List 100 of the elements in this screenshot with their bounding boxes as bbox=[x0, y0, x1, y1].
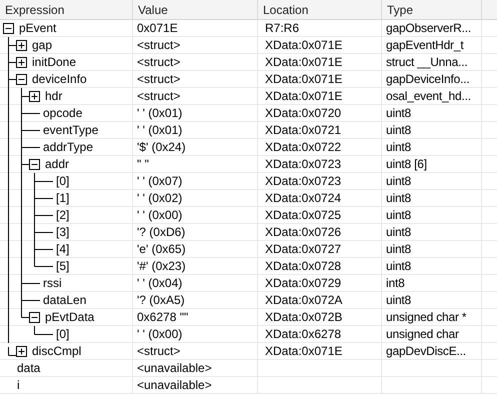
location-text: XData:0x0729 bbox=[265, 275, 342, 292]
tree-line-drawing bbox=[8, 122, 40, 138]
expression-text: initDone bbox=[32, 54, 76, 71]
minus-box-icon[interactable] bbox=[3, 22, 14, 34]
expression-text: dataLen bbox=[43, 292, 86, 309]
type-text: gapDevDiscE... bbox=[386, 343, 466, 360]
value-text: '#' (0x23) bbox=[137, 258, 186, 275]
value-text: ' ' (0x04) bbox=[137, 275, 182, 292]
type-text: uint8 bbox=[386, 224, 412, 241]
location-text: XData:0x0728 bbox=[265, 258, 342, 275]
minus-box-icon[interactable] bbox=[29, 312, 40, 322]
type-text: uint8 bbox=[386, 292, 412, 309]
value-text: ' ' (0x01) bbox=[137, 122, 182, 139]
value-text: ' ' (0x02) bbox=[137, 190, 182, 207]
value-text: '? (0xD6) bbox=[137, 224, 186, 241]
expression-text: opcode bbox=[43, 105, 82, 122]
value-text: 0x6278 "" bbox=[137, 309, 188, 326]
value-text: '$' (0x24) bbox=[137, 139, 186, 156]
value-text: <unavailable> bbox=[137, 360, 212, 377]
value-text: <unavailable> bbox=[137, 377, 212, 394]
plus-box-icon[interactable] bbox=[29, 90, 40, 102]
type-text: uint8 bbox=[386, 207, 412, 224]
type-text: uint8 bbox=[386, 190, 412, 207]
expression-text: data bbox=[17, 360, 40, 377]
expression-text: pEvtData bbox=[45, 309, 94, 326]
value-text: '? (0xA5) bbox=[137, 292, 185, 309]
plus-box-icon[interactable] bbox=[16, 346, 27, 356]
value-text: ' ' (0x07) bbox=[137, 173, 182, 190]
expression-text: gap bbox=[32, 37, 52, 54]
type-text: gapDeviceInfo... bbox=[386, 71, 470, 88]
location-text: XData:0x071E bbox=[265, 71, 342, 88]
type-text: uint8 bbox=[386, 122, 412, 139]
expression-text: addrType bbox=[43, 139, 94, 156]
value-text: <struct> bbox=[137, 37, 180, 54]
expression-text: [1] bbox=[56, 190, 70, 207]
column-header[interactable]: Type bbox=[382, 0, 482, 19]
expression-text: pEvent bbox=[19, 20, 56, 37]
expression-text: discCmpl bbox=[32, 343, 82, 360]
expression-text: [0] bbox=[56, 326, 70, 343]
tree-line-drawing bbox=[8, 224, 53, 240]
location-text: XData:0x6278 bbox=[265, 326, 342, 343]
tree-line-drawing bbox=[8, 190, 53, 206]
expression-text: [3] bbox=[56, 224, 70, 241]
value-text: <struct> bbox=[137, 54, 180, 71]
location-text: XData:0x071E bbox=[265, 54, 342, 71]
location-text: XData:0x0723 bbox=[265, 173, 342, 190]
expression-text: addr bbox=[45, 156, 70, 173]
type-text: uint8 bbox=[386, 258, 412, 275]
column-header[interactable]: Value bbox=[133, 0, 258, 19]
type-text: struct __Unna... bbox=[386, 54, 468, 71]
expression-text: hdr bbox=[45, 88, 62, 105]
value-text: " " bbox=[137, 156, 149, 173]
type-text: unsigned char bbox=[386, 326, 459, 343]
expression-text: [5] bbox=[56, 258, 70, 275]
expression-text: rssi bbox=[43, 275, 62, 292]
type-text: int8 bbox=[386, 275, 405, 292]
type-text: uint8 bbox=[386, 241, 412, 258]
location-text: XData:0x0723 bbox=[265, 156, 342, 173]
tree-line-drawing bbox=[8, 346, 16, 356]
plus-box-icon[interactable] bbox=[16, 40, 27, 50]
expression-text: deviceInfo bbox=[32, 71, 87, 88]
location-text: XData:0x0721 bbox=[265, 122, 342, 139]
plus-box-icon[interactable] bbox=[16, 56, 27, 68]
type-text: uint8 bbox=[386, 173, 412, 190]
location-text: XData:0x072B bbox=[265, 309, 342, 326]
tree-line-drawing bbox=[8, 258, 53, 274]
location-text: XData:0x0725 bbox=[265, 207, 342, 224]
column-header[interactable]: Location bbox=[258, 0, 382, 19]
location-text: XData:0x071E bbox=[265, 343, 342, 360]
location-text: XData:0x0720 bbox=[265, 105, 342, 122]
type-text: uint8 bbox=[386, 139, 412, 156]
tree-line-drawing bbox=[8, 206, 53, 224]
column-header[interactable]: Expression bbox=[0, 0, 133, 19]
value-text: <struct> bbox=[137, 343, 180, 360]
value-text: <struct> bbox=[137, 71, 180, 88]
type-text: uint8 bbox=[386, 105, 412, 122]
location-text: XData:0x072A bbox=[265, 292, 342, 309]
expression-text: [2] bbox=[56, 207, 70, 224]
location-text: XData:0x0722 bbox=[265, 139, 342, 156]
value-text: ' ' (0x00) bbox=[137, 207, 182, 224]
value-text: ' ' (0x00) bbox=[137, 326, 182, 343]
expression-text: eventType bbox=[43, 122, 98, 139]
expression-text: i bbox=[17, 377, 20, 394]
expression-text: [4] bbox=[56, 241, 70, 258]
value-text: ' ' (0x01) bbox=[137, 105, 182, 122]
location-text: XData:0x071E bbox=[265, 37, 342, 54]
tree-line-drawing bbox=[8, 240, 53, 258]
tree-line-drawing bbox=[8, 274, 40, 292]
location-text: XData:0x0726 bbox=[265, 224, 342, 241]
value-text: 'e' (0x65) bbox=[137, 241, 186, 258]
value-text: <struct> bbox=[137, 88, 180, 105]
type-text: gapEventHdr_t bbox=[386, 37, 464, 54]
location-text: R7:R6 bbox=[265, 20, 300, 37]
expression-text: [0] bbox=[56, 173, 70, 190]
location-text: XData:0x071E bbox=[265, 88, 342, 105]
minus-box-icon[interactable] bbox=[29, 158, 40, 170]
minus-box-icon[interactable] bbox=[16, 74, 27, 84]
type-text: unsigned char * bbox=[386, 309, 466, 326]
type-text: osal_event_hd... bbox=[386, 88, 471, 105]
type-text: gapObserverR... bbox=[386, 20, 472, 37]
